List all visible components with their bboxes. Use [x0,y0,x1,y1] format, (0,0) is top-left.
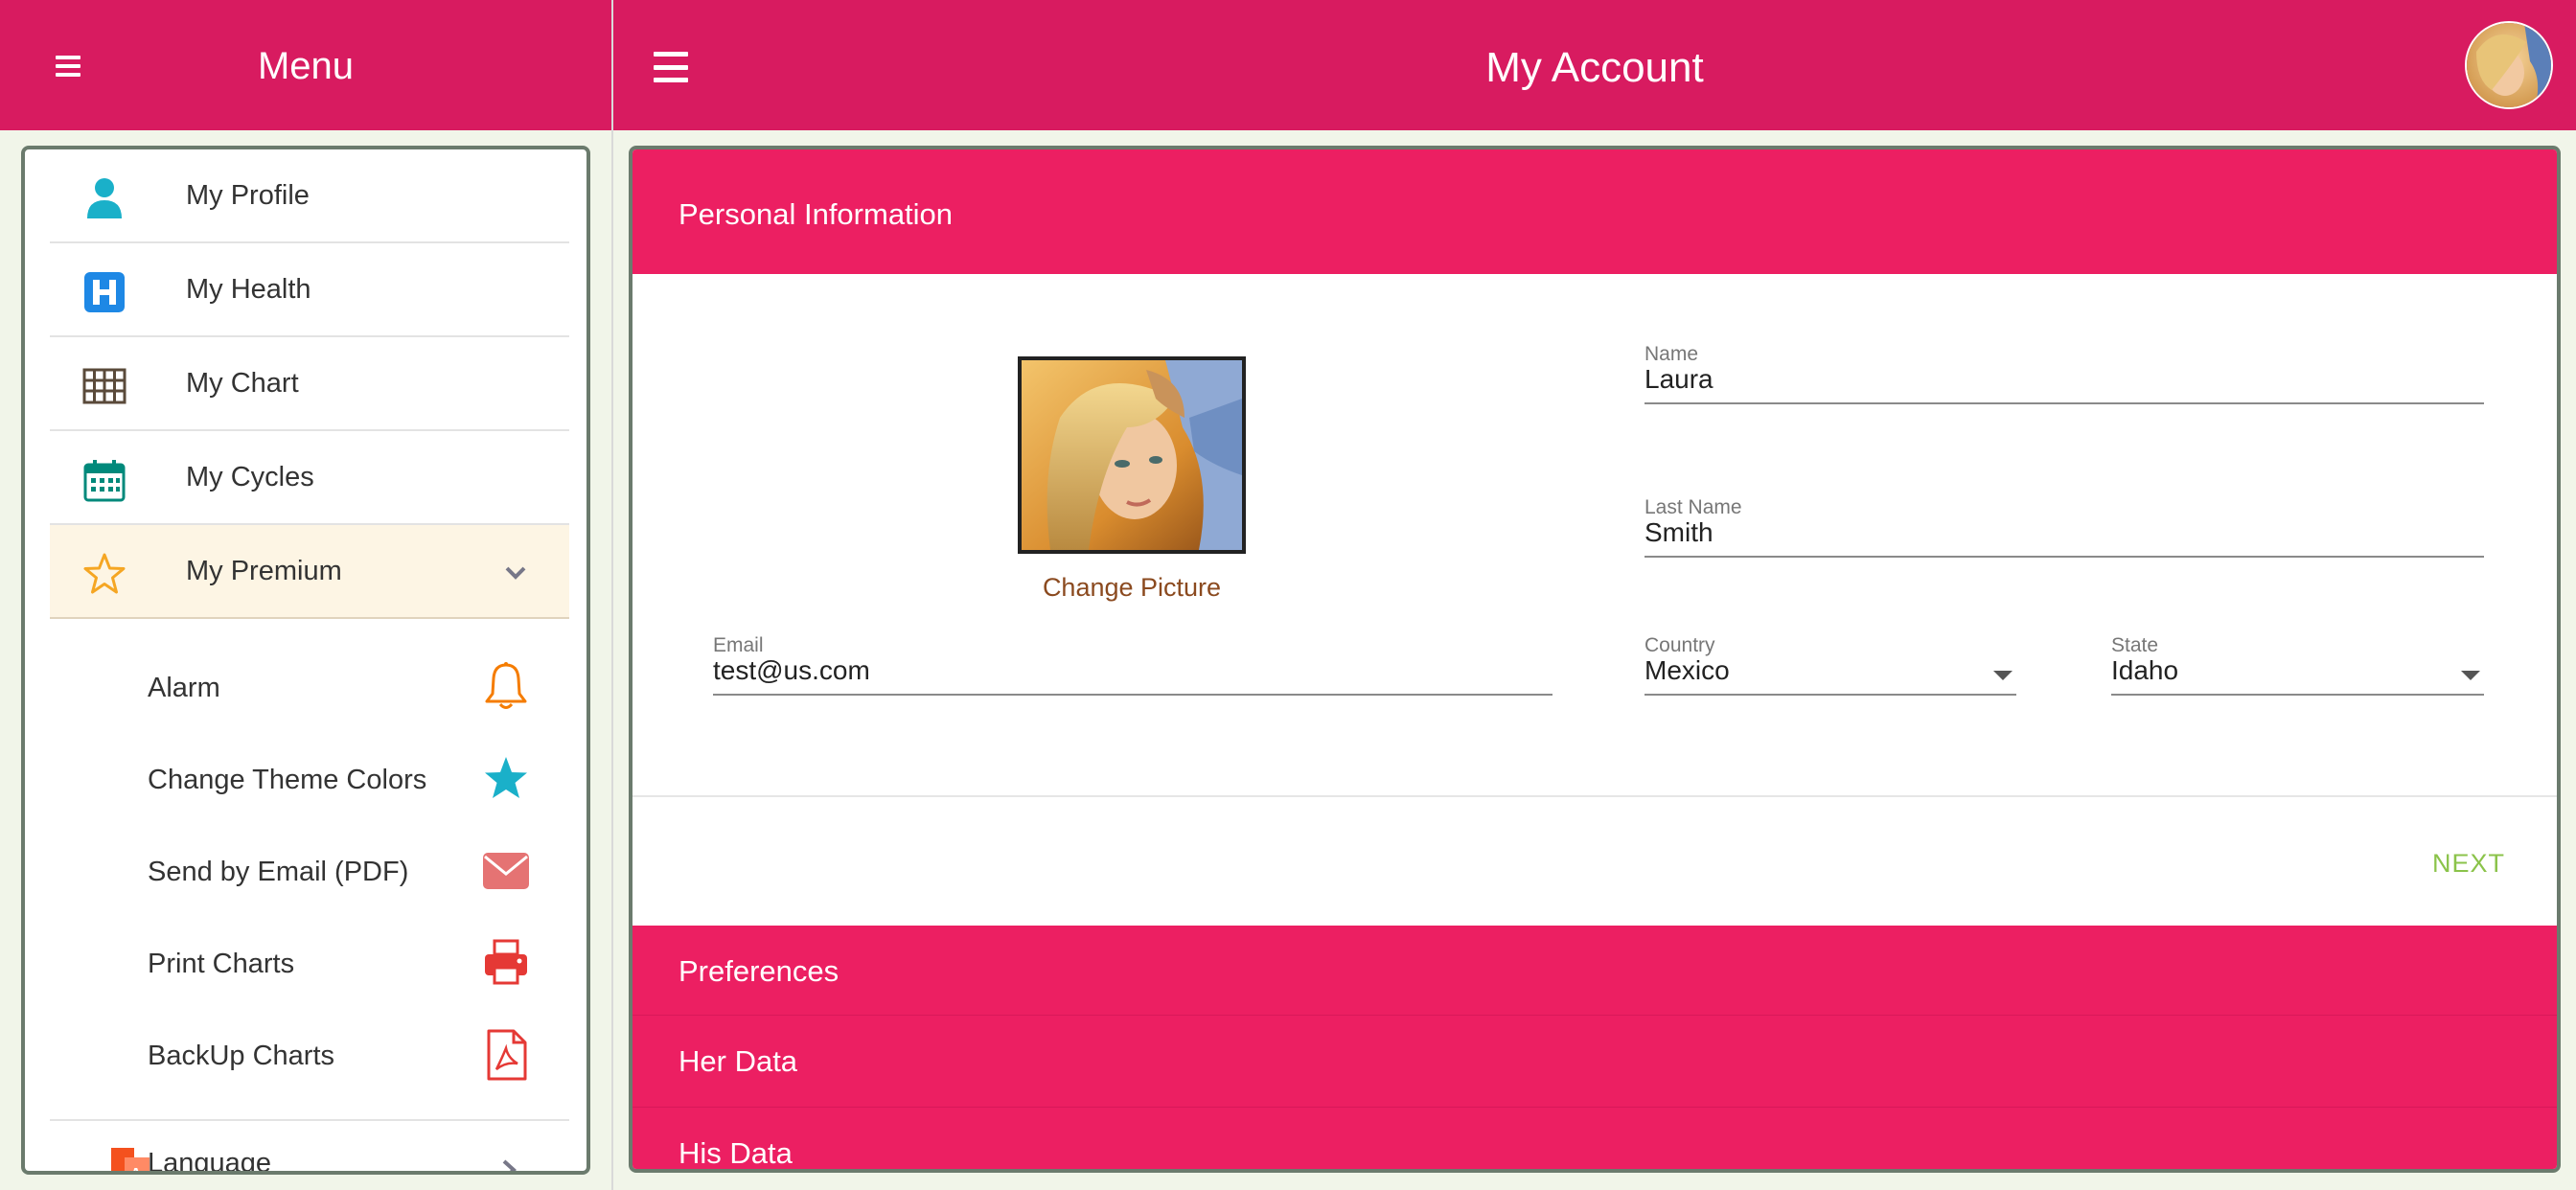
sidebar-item-label: Language [148,1148,272,1175]
sidebar-item-label: My Health [186,273,311,305]
submenu-item-label: Alarm [148,673,220,703]
sidebar-item-label: My Cycles [186,461,314,492]
sidebar-header: Menu [0,0,611,130]
section-title: Preferences [678,954,840,988]
country-label: Country [1644,634,1715,656]
submenu-item-alarm[interactable]: Alarm [50,642,569,734]
envelope-icon [483,853,529,889]
submenu-item-backup-charts[interactable]: BackUp Charts [50,1010,569,1102]
sidebar-item-language[interactable]: A Language [50,1119,569,1175]
submenu-item-send-by-email[interactable]: Send by Email (PDF) [50,826,569,918]
name-label: Name [1644,343,1699,365]
state-select[interactable]: State Idaho [2111,634,2484,696]
submenu-item-label: Print Charts [148,949,295,979]
name-field[interactable]: Name [1644,343,2484,404]
pdf-icon [487,1029,527,1081]
sidebar-item-label: My Chart [186,367,299,399]
submenu-item-print-charts[interactable]: Print Charts [50,918,569,1010]
sidebar-item-my-premium[interactable]: My Premium [50,525,569,619]
submenu-item-label: Send by Email (PDF) [148,857,409,887]
last-name-underline [1644,556,2484,558]
submenu-item-label: Change Theme Colors [148,765,427,795]
calendar-icon [83,460,126,502]
country-select[interactable]: Country Mexico [1644,634,2016,696]
section-preferences[interactable]: Preferences [632,926,2557,1016]
form-divider [632,795,2557,797]
dropdown-arrow-icon[interactable] [1993,671,2012,680]
top-app-bar: My Account [613,0,2576,130]
next-button[interactable]: NEXT [2432,849,2505,879]
email-input[interactable] [713,655,1552,686]
sidebar-item-label: My Premium [186,555,342,586]
sidebar-item-label: My Profile [186,179,310,211]
svg-text:A: A [130,1166,142,1175]
avatar[interactable] [2465,21,2553,109]
submenu-item-label: BackUp Charts [148,1041,335,1071]
sidebar-item-my-profile[interactable]: My Profile [50,149,569,243]
sidebar-title: Menu [257,45,355,87]
email-field[interactable]: Email [713,634,1552,696]
translate-icon: A [111,1148,150,1175]
account-panel: Personal Information Change Picture Name… [629,146,2561,1173]
bell-icon [485,662,527,709]
profile-picture[interactable] [1018,356,1246,554]
email-label: Email [713,634,764,656]
email-underline [713,694,1552,696]
country-underline [1644,694,2016,696]
sidebar: Menu My Profile My Health My Chart My Cy… [0,0,611,1190]
country-value: Mexico [1644,655,1730,685]
sidebar-divider [611,0,613,1190]
submenu-item-change-theme-colors[interactable]: Change Theme Colors [50,734,569,826]
section-title: Personal Information [678,197,954,231]
sidebar-item-my-health[interactable]: My Health [50,243,569,337]
name-underline [1644,402,2484,404]
menu-panel: My Profile My Health My Chart My Cycles … [21,146,590,1175]
state-label: State [2111,634,2159,656]
section-personal-information[interactable]: Personal Information [632,149,2557,274]
grid-icon [82,368,126,404]
star-outline-icon [83,553,126,594]
person-icon [87,178,122,218]
avatar-photo [2467,23,2551,107]
section-his-data[interactable]: His Data [632,1108,2557,1170]
last-name-input[interactable] [1644,517,2484,548]
page-title: My Account [1485,44,1704,91]
chevron-down-icon[interactable] [504,561,527,584]
last-name-label: Last Name [1644,496,1742,518]
profile-photo [1022,360,1242,550]
hospital-icon [84,272,125,312]
last-name-field[interactable]: Last Name [1644,496,2484,558]
section-title: Her Data [678,1044,798,1078]
section-her-data[interactable]: Her Data [632,1016,2557,1108]
state-value: Idaho [2111,655,2179,685]
printer-icon [485,939,527,985]
name-input[interactable] [1644,364,2484,395]
dropdown-arrow-icon[interactable] [2461,671,2480,680]
chevron-right-icon[interactable] [498,1159,519,1175]
sidebar-item-my-cycles[interactable]: My Cycles [50,431,569,525]
sidebar-item-my-chart[interactable]: My Chart [50,337,569,431]
state-underline [2111,694,2484,696]
section-title: His Data [678,1136,793,1170]
star-icon [485,757,527,798]
change-picture-link[interactable]: Change Picture [999,573,1265,603]
